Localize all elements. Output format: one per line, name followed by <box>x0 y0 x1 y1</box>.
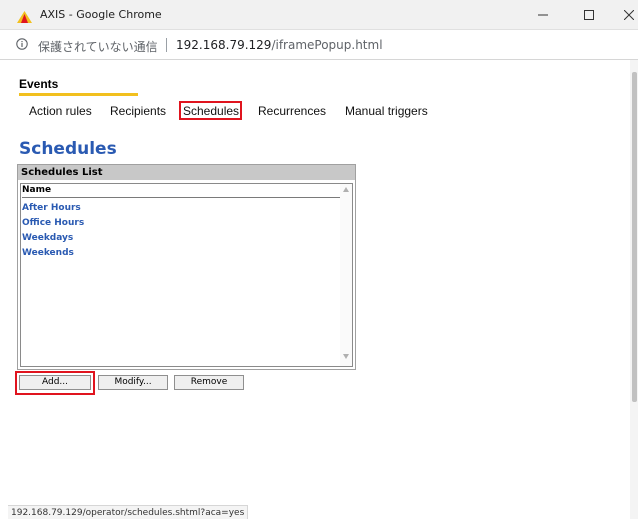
url-path: /iframePopup.html <box>271 38 383 52</box>
security-status-label: 保護されていない通信 <box>38 40 158 54</box>
close-button[interactable] <box>606 0 638 30</box>
listbox-scrollbar[interactable] <box>340 184 352 366</box>
events-heading: Events <box>19 77 59 91</box>
schedules-list-title: Schedules List <box>18 165 355 180</box>
url-host: 192.168.79.129 <box>176 38 272 52</box>
list-item[interactable]: Weekends <box>22 247 74 260</box>
address-bar[interactable]: 保護されていない通信 192.168.79.129/iframePopup.ht… <box>0 30 638 60</box>
schedules-listbox[interactable]: Name After Hours Office Hours Weekdays W… <box>20 183 353 367</box>
events-heading-underline <box>19 93 138 96</box>
scroll-up-arrow-icon[interactable] <box>343 187 349 192</box>
scroll-down-arrow-icon[interactable] <box>343 354 349 359</box>
tab-manual-triggers[interactable]: Manual triggers <box>345 104 428 118</box>
info-icon[interactable] <box>16 38 28 50</box>
url-text[interactable]: 192.168.79.129/iframePopup.html <box>176 38 383 52</box>
tab-recurrences[interactable]: Recurrences <box>258 104 326 118</box>
maximize-icon <box>584 10 594 20</box>
axis-logo-icon <box>17 11 32 23</box>
window-title-bar[interactable]: AXIS - Google Chrome <box>0 0 638 30</box>
minimize-button[interactable] <box>520 0 566 30</box>
modify-button[interactable]: Modify... <box>98 375 168 390</box>
schedules-list-panel: Schedules List Name After Hours Office H… <box>17 164 356 370</box>
list-item[interactable]: Weekdays <box>22 232 73 245</box>
page-scrollbar-thumb[interactable] <box>632 72 637 402</box>
tab-action-rules[interactable]: Action rules <box>29 104 92 118</box>
address-separator <box>166 38 167 52</box>
name-column-header: Name <box>22 184 340 198</box>
list-item[interactable]: After Hours <box>22 202 81 215</box>
page-title: Schedules <box>19 139 117 159</box>
minimize-icon <box>538 14 548 16</box>
tab-recipients[interactable]: Recipients <box>110 104 166 118</box>
schedules-tab-highlight <box>179 101 242 120</box>
close-icon <box>624 10 634 20</box>
window-title: AXIS - Google Chrome <box>40 8 162 21</box>
list-item[interactable]: Office Hours <box>22 217 84 230</box>
add-button-highlight <box>15 371 95 395</box>
status-bar-url: 192.168.79.129/operator/schedules.shtml?… <box>8 505 249 519</box>
remove-button[interactable]: Remove <box>174 375 244 390</box>
